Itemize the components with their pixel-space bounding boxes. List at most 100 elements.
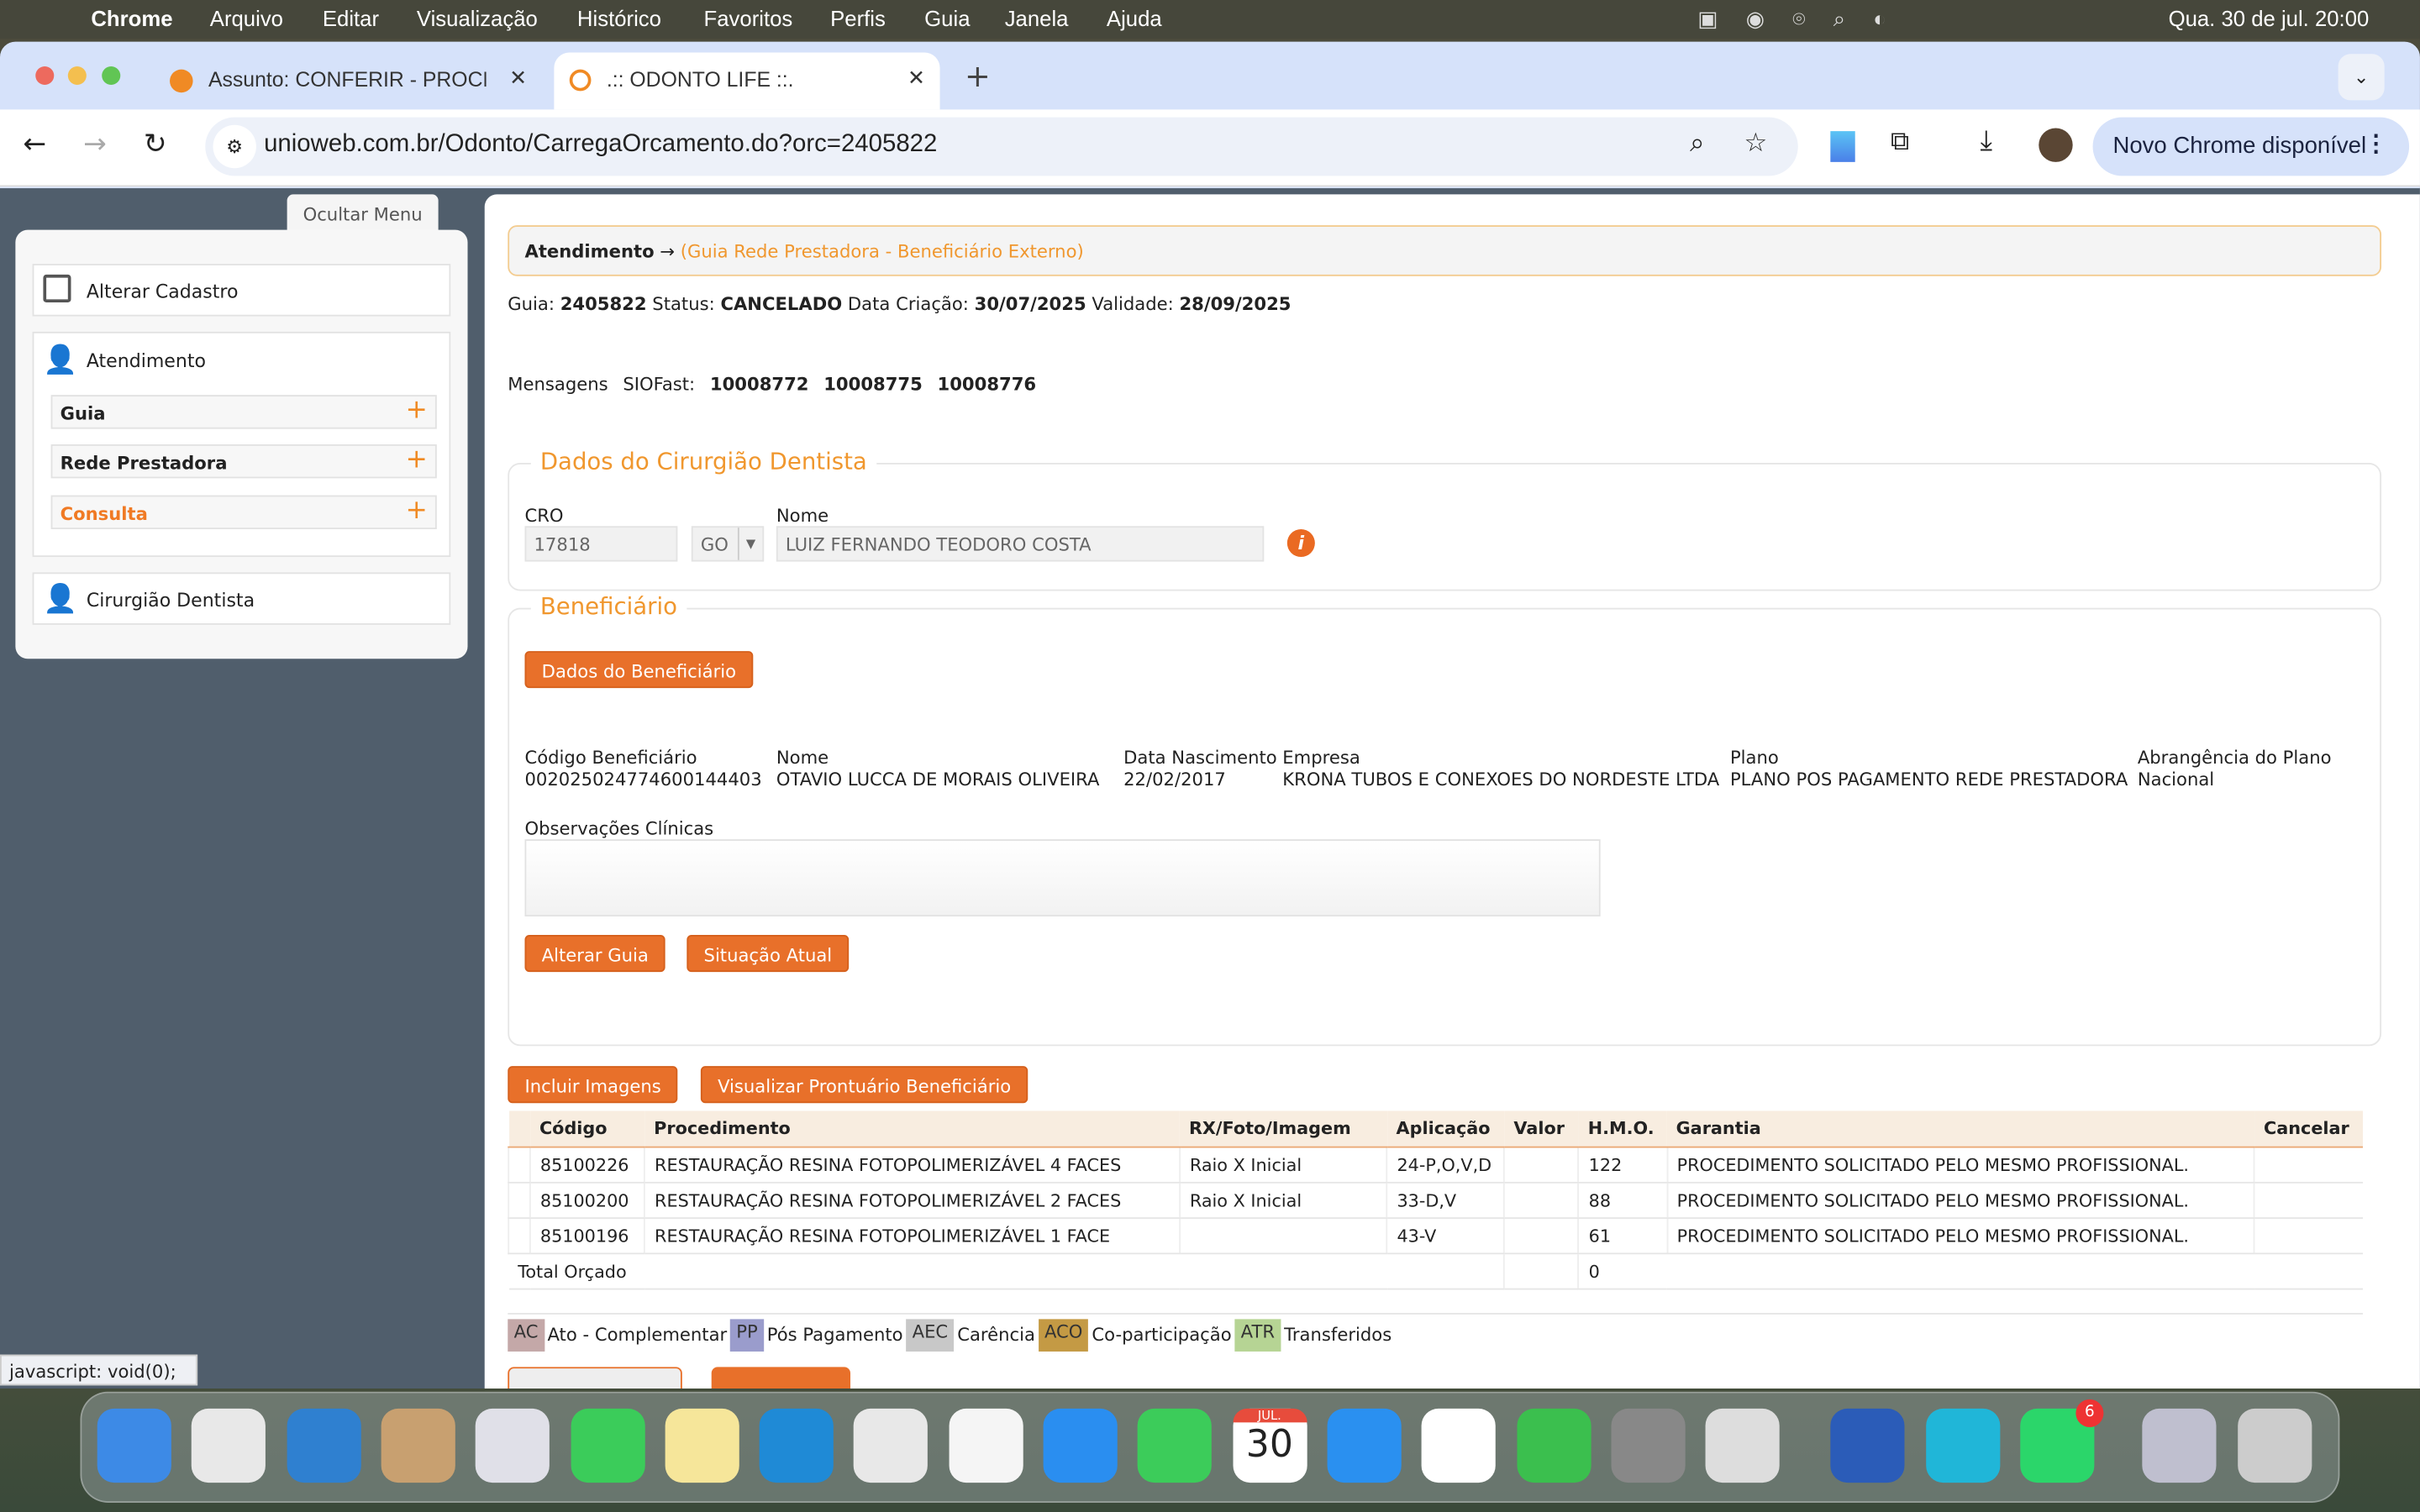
menu-janela[interactable]: Janela [1005, 6, 1069, 30]
forward-icon[interactable]: → [83, 128, 107, 160]
menu-ajuda[interactable]: Ajuda [1107, 6, 1162, 30]
menu-favoritos[interactable]: Favoritos [704, 6, 793, 30]
profile-avatar[interactable] [2039, 128, 2072, 161]
close-tab-icon[interactable]: ✕ [509, 66, 527, 91]
menu-clock[interactable]: Qua. 30 de jul. 20:00 [2169, 6, 2370, 30]
voltar-button[interactable] [508, 1367, 682, 1389]
situacao-atual-button[interactable]: Situação Atual [687, 935, 849, 972]
legend-code-atr: ATR [1234, 1319, 1281, 1352]
uf-select[interactable]: GO▼ [692, 526, 764, 561]
tab-assunto[interactable]: Assunto: CONFERIR - PROCE ✕ [155, 52, 548, 109]
address-bar[interactable]: ⚙ unioweb.com.br/Odonto/CarregaOrcamento… [205, 118, 1797, 176]
site-info-icon[interactable]: ⚙ [213, 125, 255, 168]
siofast-code[interactable]: 10008775 [823, 373, 923, 395]
dock-app-word-icon[interactable] [1831, 1409, 1905, 1483]
table-cell[interactable] [2254, 1183, 2363, 1218]
dock-app-finder-icon[interactable] [97, 1409, 171, 1483]
sidebar-subitem-consulta[interactable]: Consulta+ [51, 496, 437, 529]
dock-app-whatsapp-icon[interactable]: 6 [2020, 1409, 2094, 1483]
table-cell[interactable] [2254, 1218, 2363, 1253]
dock-app-iphone-icon[interactable] [1706, 1409, 1780, 1483]
download-icon[interactable]: ⤓ [1980, 125, 1992, 158]
dock-app-numbers-icon[interactable] [1517, 1409, 1591, 1483]
dock-app-chrome-icon[interactable] [192, 1409, 266, 1483]
table-cell: RESTAURAÇÃO RESINA FOTOPOLIMERIZÁVEL 2 F… [644, 1183, 1180, 1218]
back-icon[interactable]: ← [24, 128, 47, 160]
siofast-code[interactable]: 10008772 [710, 373, 809, 395]
new-tab-icon[interactable]: + [965, 57, 991, 94]
dock-app-mensagens-icon[interactable] [571, 1409, 644, 1483]
dock-app-calendário-icon[interactable]: JUL.30 [1233, 1409, 1307, 1483]
menu-visualizacao[interactable]: Visualização [417, 6, 538, 30]
status-value: CANCELADO [720, 293, 842, 315]
info-icon[interactable]: i [1287, 529, 1315, 557]
dock-app-lixo-icon[interactable] [2237, 1409, 2311, 1483]
chevron-down-icon[interactable]: ▼ [738, 528, 762, 560]
sidebar-item-label[interactable]: Atendimento [87, 350, 206, 372]
sidebar-item-cirurgiao-dentista[interactable]: 👤 Cirurgião Dentista [33, 572, 451, 624]
status-icons[interactable]: ▣◉⌾⌕◐ [1697, 6, 1913, 32]
justificativa-button[interactable] [712, 1367, 850, 1389]
table-cell [1504, 1147, 1578, 1183]
dock-app-notas-icon[interactable] [665, 1409, 739, 1483]
main-panel: Atendimento → (Guia Rede Prestadora - Be… [485, 194, 2420, 1389]
incluir-imagens-button[interactable]: Incluir Imagens [508, 1066, 678, 1103]
dock-app-facetime-icon[interactable] [1138, 1409, 1212, 1483]
table-cell[interactable] [2254, 1147, 2363, 1183]
column-header: Aplicação [1387, 1110, 1505, 1147]
more-menu-icon[interactable]: ⋮ [2365, 129, 2388, 157]
bookmark-star-icon[interactable]: ☆ [1744, 128, 1767, 159]
maximize-window-button[interactable] [102, 66, 120, 85]
tab-search-chevron-icon[interactable]: ⌄ [2338, 54, 2385, 100]
menu-perfis[interactable]: Perfis [830, 6, 886, 30]
menu-historico[interactable]: Histórico [577, 6, 661, 30]
table-cell: PROCEDIMENTO SOLICITADO PELO MESMO PROFI… [1667, 1147, 2254, 1183]
sidebar-subitem-guia[interactable]: Guia+ [51, 395, 437, 428]
guia-summary: Guia: 2405822 Status: CANCELADO Data Cri… [508, 293, 1291, 315]
extensions-puzzle-icon[interactable]: ⧉ [1891, 127, 1909, 158]
dock-app-lembretes-icon[interactable] [1422, 1409, 1496, 1483]
hide-menu-button[interactable]: Ocultar Menu [287, 194, 439, 231]
dock-app-fotos-icon[interactable] [949, 1409, 1023, 1483]
menu-editar[interactable]: Editar [323, 6, 379, 30]
sidebar-subitem-rede-prestadora[interactable]: Rede Prestadora+ [51, 444, 437, 478]
obs-textarea[interactable] [524, 839, 1600, 916]
legend-label: Transferidos [1284, 1324, 1392, 1346]
sidebar-item-alterar-cadastro[interactable]: Alterar Cadastro [33, 264, 451, 316]
plus-icon[interactable]: + [406, 496, 428, 527]
plus-icon[interactable]: + [406, 395, 428, 426]
legend-code-ac: AC [508, 1319, 544, 1352]
close-window-button[interactable] [35, 66, 54, 85]
plus-icon[interactable]: + [406, 444, 428, 475]
dock-app-contatos-icon[interactable] [381, 1409, 455, 1483]
prontuario-button[interactable]: Visualizar Prontuário Beneficiário [701, 1066, 1028, 1103]
cro-input[interactable]: 17818 [524, 526, 677, 561]
zoom-icon[interactable]: ⌕ [1690, 128, 1705, 159]
column-header: Código [530, 1110, 644, 1147]
dock-app-app-store-icon[interactable] [1327, 1409, 1401, 1483]
dock-app-canva-icon[interactable] [1926, 1409, 2000, 1483]
dock-app-launchpad-icon[interactable] [476, 1409, 550, 1483]
dock-app-mapas-icon[interactable] [854, 1409, 928, 1483]
reload-icon[interactable]: ↻ [144, 128, 167, 160]
dock-app-safari-icon[interactable] [1044, 1409, 1118, 1483]
minimize-window-button[interactable] [68, 66, 87, 85]
alterar-guia-button[interactable]: Alterar Guia [524, 935, 666, 972]
table-cell: PROCEDIMENTO SOLICITADO PELO MESMO PROFI… [1667, 1183, 2254, 1218]
menu-guia[interactable]: Guia [924, 6, 970, 30]
edit-icon [43, 275, 71, 302]
dados-beneficiario-button[interactable]: Dados do Beneficiário [524, 651, 753, 688]
chrome-update-button[interactable]: Novo Chrome disponível⋮ [2093, 118, 2410, 176]
dock-app-ajustes-icon[interactable] [1611, 1409, 1685, 1483]
dock-app-keynote-icon[interactable] [287, 1409, 360, 1483]
siofast-code[interactable]: 10008776 [938, 373, 1037, 395]
tab-odonto-life[interactable]: .:: ODONTO LIFE ::. ✕ [554, 52, 939, 109]
dock-app-downloads-icon[interactable] [2143, 1409, 2217, 1483]
nome-input[interactable]: LUIZ FERNANDO TEODORO COSTA [776, 526, 1264, 561]
dock-app-edge-icon[interactable] [760, 1409, 834, 1483]
menu-arquivo[interactable]: Arquivo [210, 6, 283, 30]
menu-app-name[interactable]: Chrome [91, 6, 172, 30]
tooth-extension-icon[interactable] [1830, 131, 1854, 162]
close-tab-icon[interactable]: ✕ [908, 66, 925, 91]
url-text[interactable]: unioweb.com.br/Odonto/CarregaOrcamento.d… [264, 131, 937, 159]
